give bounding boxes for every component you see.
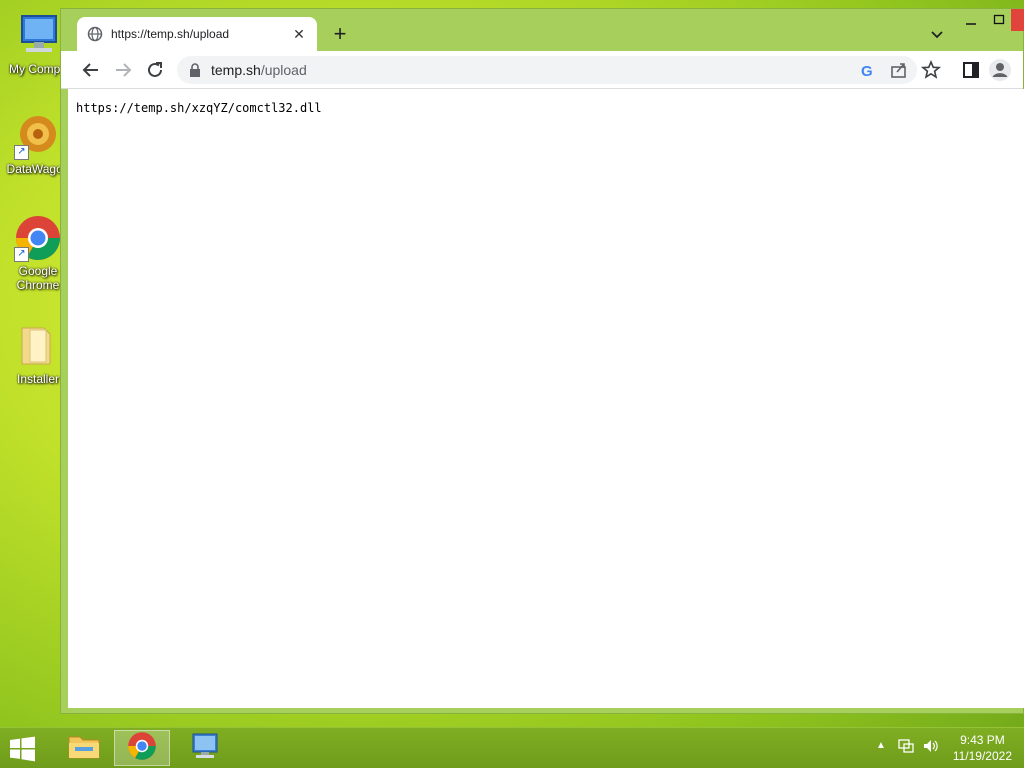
upload-result-url[interactable]: https://temp.sh/xzqYZ/comctl32.dll	[76, 101, 322, 115]
tab-search-chevron-icon[interactable]	[927, 25, 947, 45]
close-tab-icon[interactable]: ✕	[291, 26, 307, 42]
taskbar-google-chrome[interactable]	[114, 730, 170, 766]
bookmark-star-icon[interactable]	[919, 58, 943, 82]
svg-text:G: G	[861, 63, 873, 80]
chrome-icon	[127, 731, 157, 766]
minimize-button[interactable]	[957, 9, 985, 31]
tab-title: https://temp.sh/upload	[111, 27, 230, 41]
url-host: temp.sh	[211, 62, 261, 78]
google-g-icon[interactable]: G	[855, 58, 879, 82]
lock-icon[interactable]	[189, 63, 201, 77]
file-explorer-icon	[67, 731, 101, 766]
folder-icon	[14, 322, 62, 370]
monitor-icon	[187, 731, 221, 766]
share-icon[interactable]	[887, 58, 911, 82]
show-hidden-icons-chevron-icon[interactable]: ▲	[876, 740, 886, 751]
computer-icon	[14, 12, 62, 60]
address-bar[interactable]: temp.sh/upload	[177, 56, 917, 84]
tab-strip: https://temp.sh/upload ✕ +	[61, 9, 1024, 51]
side-panel-icon[interactable]	[959, 58, 983, 82]
profile-avatar-icon[interactable]	[989, 59, 1011, 81]
taskbar: ▲ 9:43 PM 11/19/2022	[0, 727, 1024, 768]
start-button[interactable]	[8, 736, 38, 762]
maximize-button[interactable]	[985, 9, 1013, 31]
close-window-button[interactable]	[1011, 9, 1024, 31]
browser-toolbar: temp.sh/upload G	[61, 51, 1023, 89]
datawagon-icon: ↗	[14, 112, 62, 160]
forward-button[interactable]	[111, 58, 135, 82]
back-button[interactable]	[79, 58, 103, 82]
reload-button[interactable]	[143, 58, 167, 82]
system-clock[interactable]: 9:43 PM 11/19/2022	[953, 732, 1012, 764]
globe-icon	[87, 26, 103, 42]
chrome-icon: ↗	[14, 214, 62, 262]
taskbar-remote-desktop[interactable]	[176, 730, 232, 766]
tab-active[interactable]: https://temp.sh/upload ✕	[77, 17, 317, 51]
clock-date: 11/19/2022	[952, 749, 1012, 763]
shortcut-arrow-icon: ↗	[14, 247, 29, 262]
page-content: https://temp.sh/xzqYZ/comctl32.dll	[68, 89, 1024, 708]
url-path: /upload	[260, 62, 307, 78]
network-icon[interactable]	[898, 738, 914, 757]
clock-time: 9:43 PM	[960, 733, 1005, 747]
new-tab-button[interactable]: +	[328, 23, 352, 47]
volume-icon[interactable]	[922, 738, 940, 757]
browser-window: https://temp.sh/upload ✕ + temp.sh/uploa…	[60, 8, 1024, 714]
taskbar-file-explorer[interactable]	[56, 730, 112, 766]
shortcut-arrow-icon: ↗	[14, 145, 29, 160]
